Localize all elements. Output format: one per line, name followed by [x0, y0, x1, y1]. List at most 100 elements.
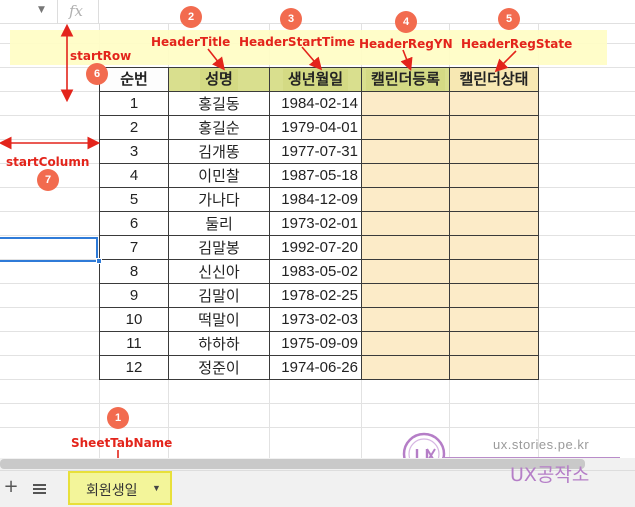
table-row: 4 이민찰 1987-05-18: [99, 163, 539, 188]
calendar-reg-cell[interactable]: [361, 259, 450, 284]
birthdate-cell[interactable]: 1978-02-25: [269, 283, 362, 308]
table-row: 10 떡말이 1973-02-03: [99, 307, 539, 332]
annotation-start-column-label: startColumn: [6, 155, 90, 169]
calendar-state-cell[interactable]: [449, 115, 539, 140]
birthdate-cell[interactable]: 1973-02-03: [269, 307, 362, 332]
calendar-reg-cell[interactable]: [361, 211, 450, 236]
table-row: 8 신신아 1983-05-02: [99, 259, 539, 284]
calendar-state-cell[interactable]: [449, 91, 539, 116]
name-cell[interactable]: 정준이: [168, 355, 270, 380]
formula-bar: ▼ fx: [0, 0, 635, 24]
calendar-reg-cell[interactable]: [361, 115, 450, 140]
annotation-header-title-label: HeaderTitle: [151, 35, 231, 49]
birthdate-cell[interactable]: 1977-07-31: [269, 139, 362, 164]
name-cell[interactable]: 신신아: [168, 259, 270, 284]
birthdate-cell[interactable]: 1974-06-26: [269, 355, 362, 380]
header-name[interactable]: 성명: [168, 67, 270, 92]
annotation-header-reg-state-label: HeaderRegState: [461, 37, 573, 51]
name-cell[interactable]: 김개똥: [168, 139, 270, 164]
seq-cell[interactable]: 10: [99, 307, 169, 332]
calendar-reg-cell[interactable]: [361, 355, 450, 380]
header-calendar-state[interactable]: 캘린더상태: [449, 67, 539, 92]
header-birthdate[interactable]: 생년월일: [269, 67, 362, 92]
calendar-state-cell[interactable]: [449, 307, 539, 332]
birthdate-cell[interactable]: 1979-04-01: [269, 115, 362, 140]
birthdate-cell[interactable]: 1987-05-18: [269, 163, 362, 188]
calendar-reg-cell[interactable]: [361, 331, 450, 356]
table-row: 2 홍길순 1979-04-01: [99, 115, 539, 140]
header-seq[interactable]: 순번: [99, 67, 169, 92]
seq-cell[interactable]: 6: [99, 211, 169, 236]
calendar-reg-cell[interactable]: [361, 187, 450, 212]
name-cell[interactable]: 가나다: [168, 187, 270, 212]
seq-cell[interactable]: 1: [99, 91, 169, 116]
fill-handle[interactable]: [96, 258, 102, 264]
header-calendar-reg[interactable]: 캘린더등록: [361, 67, 450, 92]
calendar-reg-cell[interactable]: [361, 91, 450, 116]
calendar-state-cell[interactable]: [449, 163, 539, 188]
seq-cell[interactable]: 2: [99, 115, 169, 140]
calendar-state-cell[interactable]: [449, 211, 539, 236]
calendar-reg-cell[interactable]: [361, 163, 450, 188]
calendar-reg-cell[interactable]: [361, 235, 450, 260]
seq-cell[interactable]: 12: [99, 355, 169, 380]
sheet-tab-member-birthday[interactable]: 회원생일 ▼: [68, 471, 172, 505]
function-fx-icon[interactable]: fx: [69, 2, 83, 20]
table-row: 9 김말이 1978-02-25: [99, 283, 539, 308]
calendar-state-cell[interactable]: [449, 235, 539, 260]
seq-cell[interactable]: 9: [99, 283, 169, 308]
birthdate-cell[interactable]: 1983-05-02: [269, 259, 362, 284]
sheet-tab-label: 회원생일: [86, 482, 138, 498]
grid-row-line: [0, 403, 635, 404]
horizontal-scrollbar-thumb[interactable]: [0, 459, 585, 469]
name-cell[interactable]: 김말봉: [168, 235, 270, 260]
annotation-header-start-time-label: HeaderStartTime: [239, 35, 355, 49]
name-cell[interactable]: 떡말이: [168, 307, 270, 332]
name-cell[interactable]: 홍길동: [168, 91, 270, 116]
watermark-brand-name: UX공작소: [510, 464, 590, 486]
seq-cell[interactable]: 5: [99, 187, 169, 212]
formula-bar-divider: [98, 0, 99, 24]
name-cell[interactable]: 김말이: [168, 283, 270, 308]
table-row: 11 하하하 1975-09-09: [99, 331, 539, 356]
annotation-sheet-tab-label: SheetTabName: [71, 436, 173, 450]
formula-bar-divider: [57, 0, 58, 24]
table-row: 3 김개똥 1977-07-31: [99, 139, 539, 164]
name-cell[interactable]: 홍길순: [168, 115, 270, 140]
selected-cell[interactable]: [0, 237, 98, 262]
seq-cell[interactable]: 4: [99, 163, 169, 188]
name-cell[interactable]: 이민찰: [168, 163, 270, 188]
sheet-tab-menu-icon[interactable]: ▼: [152, 483, 161, 493]
calendar-state-cell[interactable]: [449, 139, 539, 164]
add-sheet-icon[interactable]: +: [3, 476, 19, 497]
name-box-dropdown-icon[interactable]: ▼: [38, 5, 45, 15]
calendar-state-cell[interactable]: [449, 283, 539, 308]
annotation-start-row-label: startRow: [70, 49, 132, 63]
calendar-state-cell[interactable]: [449, 259, 539, 284]
calendar-reg-cell[interactable]: [361, 283, 450, 308]
birthdate-cell[interactable]: 1984-12-09: [269, 187, 362, 212]
all-sheets-menu-icon[interactable]: [33, 484, 46, 495]
birthdate-cell[interactable]: 1984-02-14: [269, 91, 362, 116]
calendar-reg-cell[interactable]: [361, 307, 450, 332]
name-cell[interactable]: 둘리: [168, 211, 270, 236]
seq-cell[interactable]: 11: [99, 331, 169, 356]
calendar-reg-cell[interactable]: [361, 139, 450, 164]
seq-cell[interactable]: 3: [99, 139, 169, 164]
calendar-state-cell[interactable]: [449, 187, 539, 212]
table-row: 12 정준이 1974-06-26: [99, 355, 539, 380]
member-birthday-table[interactable]: 순번 성명 생년월일 캘린더등록 캘린더상태 1 홍길동 1984-02-14 2 홍길…: [99, 67, 539, 380]
table-row: 7 김말봉 1992-07-20: [99, 235, 539, 260]
annotation-start-column-number: 7: [37, 169, 59, 191]
birthdate-cell[interactable]: 1975-09-09: [269, 331, 362, 356]
name-cell[interactable]: 하하하: [168, 331, 270, 356]
seq-cell[interactable]: 8: [99, 259, 169, 284]
birthdate-cell[interactable]: 1992-07-20: [269, 235, 362, 260]
calendar-state-cell[interactable]: [449, 331, 539, 356]
header-birthdate-label: 생년월일: [282, 68, 349, 91]
seq-cell[interactable]: 7: [99, 235, 169, 260]
calendar-state-cell[interactable]: [449, 355, 539, 380]
birthdate-cell[interactable]: 1973-02-01: [269, 211, 362, 236]
grid-row-line: [0, 427, 635, 428]
annotation-start-row-number: 6: [86, 63, 108, 85]
